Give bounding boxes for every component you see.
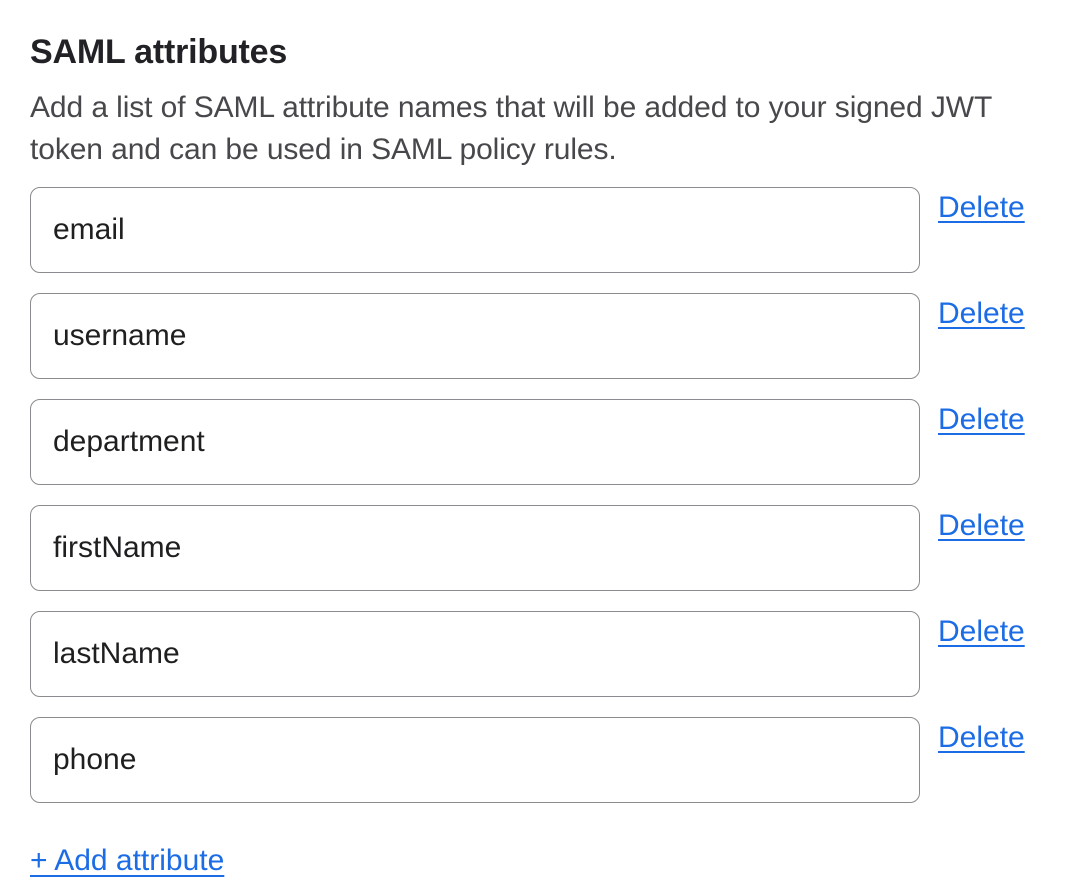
- delete-attribute-link[interactable]: Delete: [938, 402, 1025, 438]
- delete-attribute-link[interactable]: Delete: [938, 720, 1025, 756]
- attribute-name-input[interactable]: [30, 187, 920, 273]
- attribute-row: Delete: [30, 187, 1036, 273]
- attribute-row: Delete: [30, 293, 1036, 379]
- saml-attributes-section: SAML attributes Add a list of SAML attri…: [0, 0, 1066, 879]
- attribute-name-input[interactable]: [30, 293, 920, 379]
- delete-attribute-link[interactable]: Delete: [938, 614, 1025, 650]
- attribute-name-input[interactable]: [30, 717, 920, 803]
- attribute-name-input[interactable]: [30, 399, 920, 485]
- delete-attribute-link[interactable]: Delete: [938, 508, 1025, 544]
- delete-attribute-link[interactable]: Delete: [938, 190, 1025, 226]
- attribute-name-input[interactable]: [30, 611, 920, 697]
- add-attribute-link[interactable]: + Add attribute: [30, 843, 224, 879]
- attribute-row: Delete: [30, 717, 1036, 803]
- section-description: Add a list of SAML attribute names that …: [30, 87, 1036, 171]
- page-title: SAML attributes: [30, 32, 1036, 73]
- attribute-name-input[interactable]: [30, 505, 920, 591]
- attribute-row: Delete: [30, 505, 1036, 591]
- attribute-list: Delete Delete Delete Delete Delete Delet…: [30, 187, 1036, 823]
- attribute-row: Delete: [30, 611, 1036, 697]
- delete-attribute-link[interactable]: Delete: [938, 296, 1025, 332]
- attribute-row: Delete: [30, 399, 1036, 485]
